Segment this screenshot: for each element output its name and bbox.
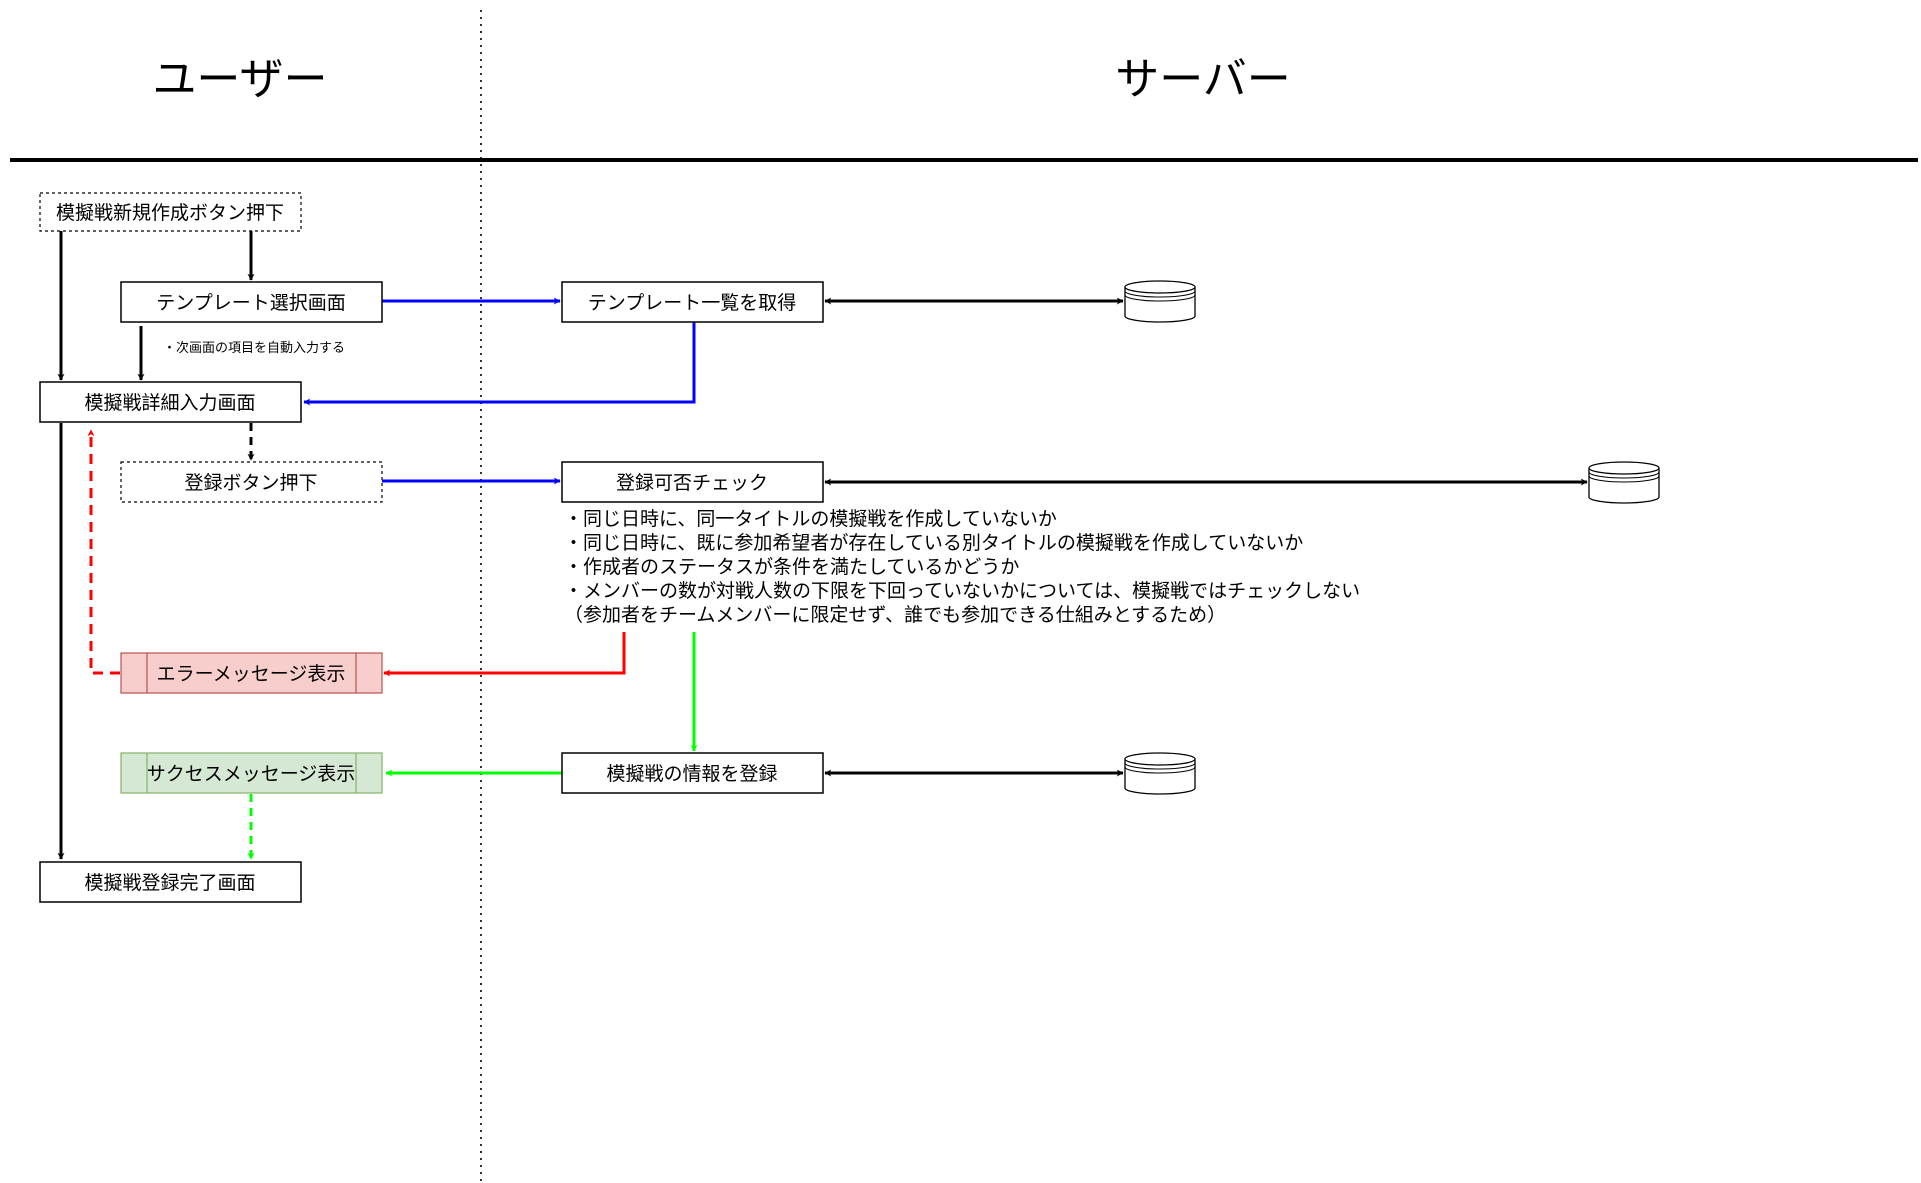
note-check-item: ・作成者のステータスが条件を満たしているかどうか xyxy=(564,556,1019,578)
node-success-message: サクセスメッセージ表示 xyxy=(120,752,383,794)
node-template-list: テンプレート一覧を取得 xyxy=(561,281,824,323)
note-check-item: ・メンバーの数が対戦人数の下限を下回っていないかについては、模擬戦ではチェックし… xyxy=(564,580,1360,602)
database-icon xyxy=(1124,752,1196,795)
node-template-list-label: テンプレート一覧を取得 xyxy=(588,292,796,314)
node-register-check-label: 登録可否チェック xyxy=(616,472,768,494)
node-error-message: エラーメッセージ表示 xyxy=(120,652,383,694)
node-error-message-label: エラーメッセージ表示 xyxy=(157,663,346,685)
arrow-template-list-to-detail xyxy=(303,322,696,406)
note-check-item: ・同じ日時に、同一タイトルの模擬戦を作成していないか xyxy=(564,508,1057,530)
node-register-button-label: 登録ボタン押下 xyxy=(184,472,317,494)
note-autofill: ・次画面の項目を自動入力する xyxy=(163,340,345,356)
node-detail-input: 模擬戦詳細入力画面 xyxy=(39,381,302,423)
node-save-info-label: 模擬戦の情報を登録 xyxy=(606,763,777,785)
arrow-error-to-detail xyxy=(87,429,120,675)
database-icon xyxy=(1124,280,1196,323)
note-check-item: ・同じ日時に、既に参加希望者が存在している別タイトルの模擬戦を作成していないか xyxy=(564,532,1303,554)
node-save-info: 模擬戦の情報を登録 xyxy=(561,752,824,794)
node-success-message-label: サクセスメッセージ表示 xyxy=(147,763,356,785)
node-template-select: テンプレート選択画面 xyxy=(120,281,383,323)
node-register-button: 登録ボタン押下 xyxy=(120,461,383,503)
lane-title-user: ユーザー xyxy=(152,54,327,105)
lane-title-server: サーバー xyxy=(1115,54,1291,105)
node-template-select-label: テンプレート選択画面 xyxy=(156,292,345,314)
node-detail-input-label: 模擬戦詳細入力画面 xyxy=(84,392,255,414)
flow-diagram: ユーザー サーバー 模擬戦新規作成ボタン押下 テンプレート選択画面 ・次画面の項… xyxy=(10,10,1918,1183)
node-complete-screen: 模擬戦登録完了画面 xyxy=(39,861,302,903)
note-check-item: （参加者をチームメンバーに限定せず、誰でも参加できる仕組みとするため） xyxy=(564,604,1226,626)
node-complete-screen-label: 模擬戦登録完了画面 xyxy=(84,872,255,894)
database-icon xyxy=(1588,461,1660,504)
note-check-items: ・同じ日時に、同一タイトルの模擬戦を作成していないか ・同じ日時に、既に参加希望… xyxy=(564,508,1360,626)
node-register-check: 登録可否チェック xyxy=(561,461,824,503)
node-create-button-label: 模擬戦新規作成ボタン押下 xyxy=(56,202,284,224)
arrow-check-to-error xyxy=(383,632,626,677)
node-create-button: 模擬戦新規作成ボタン押下 xyxy=(39,192,302,232)
